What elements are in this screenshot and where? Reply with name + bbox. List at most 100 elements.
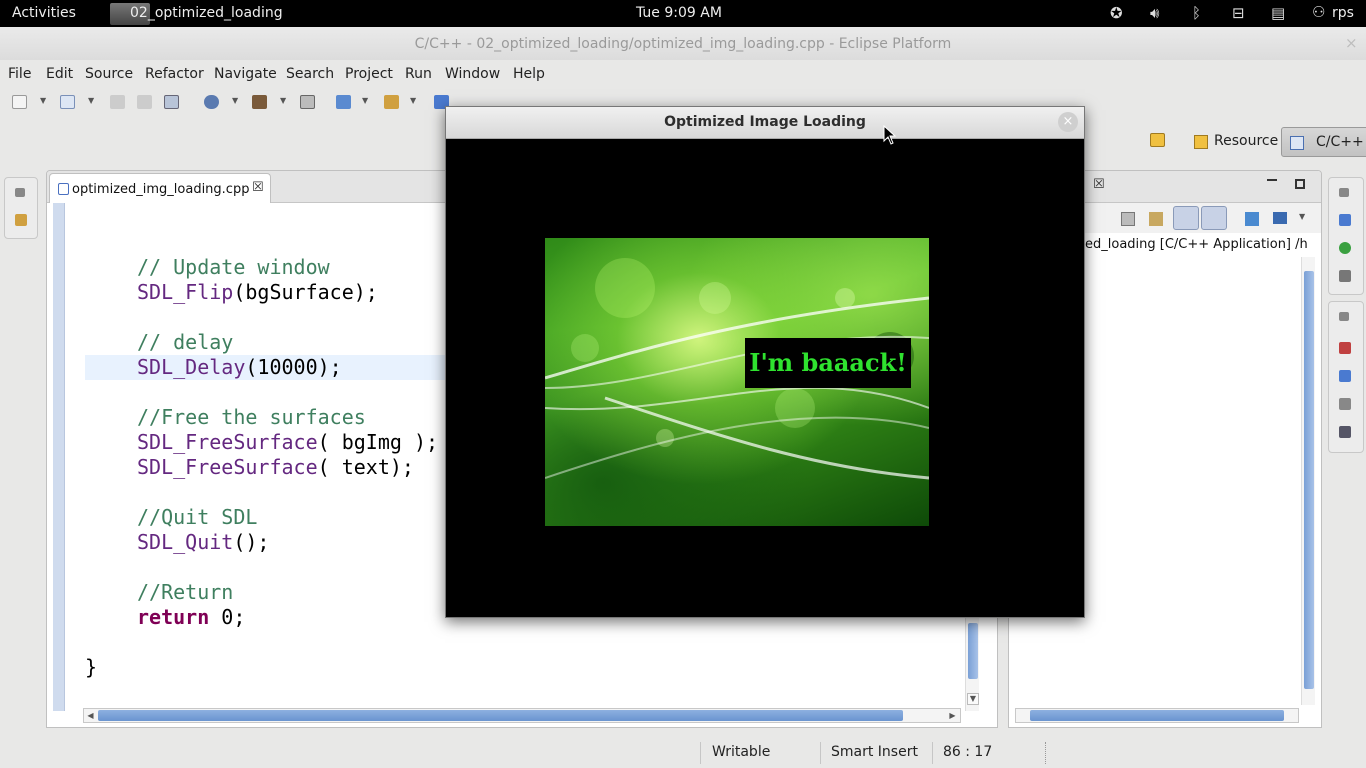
code-line: // delay — [137, 330, 234, 354]
editor-tab[interactable]: optimized_img_loading.cpp ☒ — [49, 173, 271, 203]
restore-icon[interactable] — [1339, 312, 1349, 321]
terminate-icon[interactable] — [1201, 206, 1227, 230]
folder-icon — [1194, 135, 1208, 149]
status-separator — [820, 742, 821, 764]
perspective-resource[interactable]: Resource — [1186, 127, 1286, 157]
view-horizontal-scrollbar[interactable] — [1015, 708, 1299, 723]
accessibility-icon[interactable]: ✪ — [1110, 4, 1123, 22]
left-trim-stack — [4, 177, 38, 239]
code-line: //Free the surfaces — [137, 405, 366, 429]
view-vertical-scrollbar[interactable] — [1301, 257, 1315, 705]
chevron-down-icon[interactable]: ▼ — [280, 96, 286, 105]
chevron-down-icon[interactable]: ▼ — [232, 96, 238, 105]
network-icon[interactable]: ⊟ — [1232, 4, 1245, 22]
window-titlebar[interactable]: C/C++ - 02_optimized_loading/optimized_i… — [0, 27, 1366, 60]
remove-launch-icon[interactable] — [1121, 212, 1135, 226]
minimize-icon[interactable] — [1267, 179, 1277, 181]
new-icon[interactable] — [12, 95, 27, 109]
code-line: return 0; — [137, 605, 246, 629]
tab-close-icon[interactable]: ☒ — [252, 180, 264, 195]
new-folder-icon[interactable] — [384, 95, 399, 109]
perspective-cpp[interactable]: C/C++ — [1281, 127, 1366, 157]
window-title: C/C++ - 02_optimized_loading/optimized_i… — [414, 36, 952, 52]
menu-edit[interactable]: Edit — [46, 66, 73, 82]
app-menu[interactable]: 02_optimized_loading — [108, 0, 298, 27]
chevron-down-icon[interactable]: ▼ — [40, 96, 46, 105]
restore-icon[interactable] — [15, 188, 25, 197]
menu-window[interactable]: Window — [445, 66, 500, 82]
scroll-down-icon[interactable]: ▼ — [967, 693, 979, 705]
menu-navigate[interactable]: Navigate — [214, 66, 277, 82]
chevron-down-icon[interactable]: ▼ — [88, 96, 94, 105]
new-class-icon[interactable] — [336, 95, 351, 109]
code-line: // Update window — [137, 255, 330, 279]
bluetooth-icon[interactable]: ᛒ — [1192, 4, 1201, 22]
menu-search[interactable]: Search — [286, 66, 334, 82]
status-separator — [1045, 742, 1046, 764]
task-list-icon[interactable] — [1339, 270, 1351, 282]
user-name[interactable]: rps — [1332, 5, 1354, 21]
user-icon: ⚇ — [1312, 3, 1326, 21]
project-explorer-icon[interactable] — [15, 214, 27, 226]
green-bokeh-background-image: I'm baaack! — [545, 238, 929, 526]
clock[interactable]: Tue 9:09 AM — [636, 5, 722, 21]
scroll-right-icon[interactable]: ▶ — [946, 709, 959, 722]
sdl-close-icon[interactable]: × — [1058, 112, 1078, 132]
problems-icon[interactable] — [1339, 342, 1351, 354]
sdl-text-surface: I'm baaack! — [745, 338, 911, 388]
activities-button[interactable]: Activities — [12, 5, 76, 21]
sdl-window-titlebar[interactable]: Optimized Image Loading × — [446, 107, 1084, 139]
mouse-pointer-icon — [883, 125, 897, 145]
save-icon[interactable] — [110, 95, 125, 109]
code-line: SDL_Delay(10000); — [137, 355, 342, 379]
print-icon[interactable] — [164, 95, 179, 109]
scrollbar-thumb[interactable] — [1304, 271, 1314, 689]
scrollbar-thumb[interactable] — [1030, 710, 1284, 721]
binary-icon[interactable] — [300, 95, 315, 109]
open-perspective-icon[interactable] — [1150, 133, 1165, 147]
chevron-down-icon[interactable]: ▼ — [1299, 212, 1305, 221]
battery-icon[interactable]: ▤ — [1271, 4, 1285, 22]
scrollbar-thumb[interactable] — [968, 623, 978, 679]
chevron-down-icon[interactable]: ▼ — [410, 96, 416, 105]
status-separator — [932, 742, 933, 764]
menu-help[interactable]: Help — [513, 66, 545, 82]
save-all-icon[interactable] — [137, 95, 152, 109]
scroll-left-icon[interactable]: ◀ — [84, 709, 97, 722]
window-close-icon[interactable]: × — [1345, 34, 1358, 52]
view-close-icon[interactable]: ☒ — [1093, 177, 1105, 192]
menu-source[interactable]: Source — [85, 66, 133, 82]
console-process-label: ed_loading [C/C++ Application] /h — [1085, 237, 1308, 252]
maximize-icon[interactable] — [1295, 179, 1305, 189]
code-line: } — [85, 655, 98, 679]
code-line: //Return — [137, 580, 234, 604]
menu-run[interactable]: Run — [405, 66, 432, 82]
make-target-icon[interactable] — [1339, 242, 1351, 254]
chevron-down-icon[interactable]: ▼ — [362, 96, 368, 105]
build-hammer-icon[interactable] — [252, 95, 267, 109]
display-console-icon[interactable] — [1273, 212, 1287, 224]
open-console-icon[interactable] — [1245, 212, 1259, 226]
volume-icon[interactable]: 🔊︎ — [1150, 4, 1159, 22]
tasks-icon[interactable] — [1339, 370, 1351, 382]
outline-icon[interactable] — [1339, 214, 1351, 226]
code-line: SDL_FreeSurface( text); — [137, 455, 414, 479]
editor-horizontal-scrollbar[interactable]: ◀ ▶ — [83, 708, 961, 723]
menu-project[interactable]: Project — [345, 66, 393, 82]
code-line: SDL_FreeSurface( bgImg ); — [137, 430, 439, 454]
menu-file[interactable]: File — [8, 66, 31, 82]
remove-all-icon[interactable] — [1149, 212, 1163, 226]
menu-refactor[interactable]: Refactor — [145, 66, 204, 82]
sdl-window[interactable]: Optimized Image Loading × I'm baaack! — [445, 106, 1085, 618]
status-bar: Writable Smart Insert 86 : 17 — [0, 736, 1366, 768]
properties-icon[interactable] — [1339, 398, 1351, 410]
cpp-file-icon — [58, 183, 69, 195]
gnome-top-bar: Activities 02_optimized_loading Tue 9:09… — [0, 0, 1366, 27]
memory-icon[interactable] — [1339, 426, 1351, 438]
new-project-icon[interactable] — [60, 95, 75, 109]
scrollbar-thumb[interactable] — [98, 710, 903, 721]
build-config-icon[interactable] — [204, 95, 219, 109]
pin-console-icon[interactable] — [1173, 206, 1199, 230]
editor-gutter — [53, 203, 65, 711]
restore-icon[interactable] — [1339, 188, 1349, 197]
